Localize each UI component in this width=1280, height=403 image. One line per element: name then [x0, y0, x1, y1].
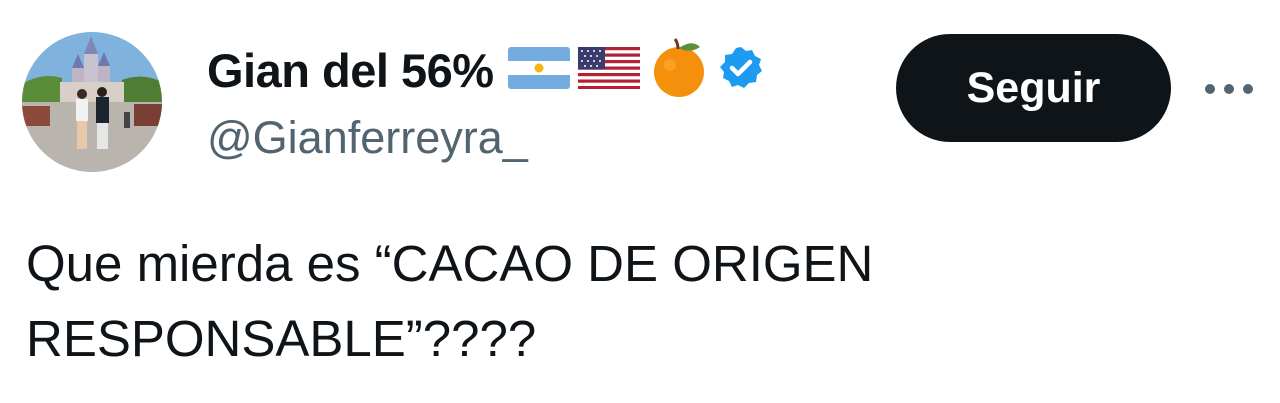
more-options-button[interactable]: [1198, 72, 1260, 106]
verified-badge-icon[interactable]: [718, 45, 764, 96]
author-handle[interactable]: @Gianferreyra_: [207, 112, 528, 164]
tweet-text-line: Que mierda es “CACAO DE ORIGEN: [26, 235, 874, 292]
tweet-text: Que mierda es “CACAO DE ORIGEN RESPONSAB…: [26, 226, 1246, 376]
avatar-photo: [22, 32, 162, 172]
argentina-flag-icon: [507, 46, 570, 94]
orange-icon: [648, 37, 710, 104]
more-icon: [1205, 84, 1253, 94]
name-emojis: [507, 37, 764, 104]
follow-button[interactable]: Seguir: [896, 34, 1171, 142]
tweet-text-line: RESPONSABLE”????: [26, 310, 537, 367]
usa-flag-icon: [577, 46, 640, 94]
author-display-name[interactable]: Gian del 56%: [207, 37, 764, 104]
avatar[interactable]: [22, 32, 162, 172]
display-name-text[interactable]: Gian del 56%: [207, 43, 494, 98]
